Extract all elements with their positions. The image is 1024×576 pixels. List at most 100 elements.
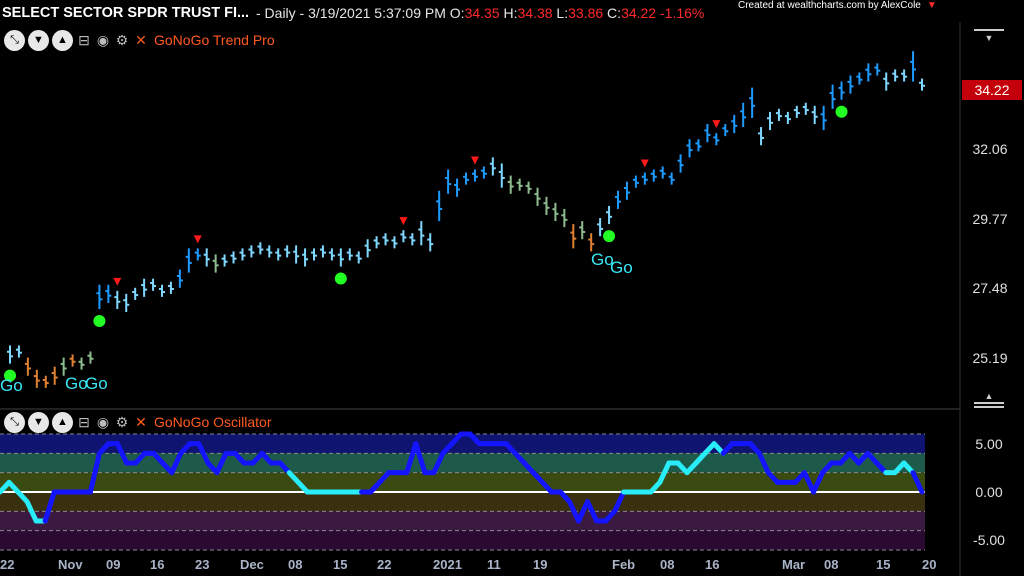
chart-canvas <box>0 22 961 576</box>
date-tick-label: 16 <box>150 557 165 572</box>
date-tick-label: Feb <box>612 557 636 572</box>
minimize-icon[interactable]: ⊟ <box>76 414 92 430</box>
date-tick-label: 20 <box>922 557 937 572</box>
move-down-icon[interactable]: ▼ <box>28 29 49 51</box>
date-tick-label: Nov <box>58 557 83 572</box>
price-bar <box>51 366 58 385</box>
move-up-icon[interactable]: ▲ <box>52 411 73 433</box>
no-go-marker <box>399 217 408 226</box>
price-bar <box>463 172 469 185</box>
price-bar <box>892 69 899 82</box>
move-up-icon[interactable]: ▲ <box>52 29 73 51</box>
move-down-icon[interactable]: ▼ <box>28 411 49 433</box>
price-bar <box>632 175 639 188</box>
price-bar <box>454 178 461 197</box>
price-bar <box>346 248 353 261</box>
price-bar <box>471 169 478 182</box>
eye-icon[interactable]: ◉ <box>95 32 111 48</box>
price-bar <box>114 290 121 310</box>
price-bar <box>311 248 317 261</box>
price-bar <box>427 233 434 252</box>
price-bar <box>132 287 139 300</box>
price-bar <box>248 245 255 258</box>
gear-icon[interactable]: ⚙ <box>114 414 130 430</box>
price-bar <box>203 248 210 267</box>
price-bar <box>606 205 613 225</box>
price-bar <box>516 178 523 191</box>
price-bar <box>686 139 693 158</box>
date-tick-label: 22 <box>0 557 15 572</box>
osc-tick-label: 5.00 <box>975 435 1003 452</box>
price-bar <box>33 369 40 388</box>
price-bar <box>87 351 94 364</box>
price-bar <box>60 357 67 376</box>
go-label: Go <box>0 376 23 395</box>
gear-icon[interactable]: ⚙ <box>114 32 130 48</box>
price-bar <box>677 154 684 173</box>
hamburger-icon[interactable]: ▼ <box>974 26 1004 43</box>
price-bar <box>293 245 300 264</box>
price-bar <box>874 63 881 76</box>
price-bar <box>24 357 31 376</box>
close-icon[interactable]: ✕ <box>133 414 149 430</box>
no-go-marker <box>193 235 202 244</box>
price-bar <box>883 72 890 91</box>
minimize-icon[interactable]: ⊟ <box>76 32 92 48</box>
price-bar <box>552 202 559 222</box>
price-bar <box>239 248 246 261</box>
price-bar <box>176 269 183 288</box>
price-bar <box>820 105 827 131</box>
price-bar <box>436 190 443 222</box>
expand-icon[interactable]: ⤡ <box>4 411 25 433</box>
price-bar <box>802 102 809 115</box>
expand-icon[interactable]: ⤡ <box>4 29 25 51</box>
price-bar <box>641 172 648 185</box>
price-bar <box>105 284 112 303</box>
date-tick-label: 08 <box>288 557 303 572</box>
date-tick-label: 2021 <box>433 557 462 572</box>
close-icon[interactable]: ✕ <box>133 32 149 48</box>
price-bar <box>212 254 219 273</box>
price-bar <box>588 233 595 252</box>
osc-panel-title: GoNoGo Oscillator <box>154 414 272 430</box>
price-bar <box>69 354 76 367</box>
price-bar <box>659 166 666 179</box>
price-bar <box>159 284 165 297</box>
price-bar <box>96 284 103 310</box>
price-tick-label: 29.77 <box>972 210 1008 227</box>
price-tick-label: 32.06 <box>972 141 1008 158</box>
price-bar <box>328 248 335 261</box>
price-bar <box>418 221 425 246</box>
eye-icon[interactable]: ◉ <box>95 414 111 430</box>
resize-handle-icon[interactable]: ▲ <box>974 392 1004 410</box>
price-bar <box>597 218 604 237</box>
date-tick-label: 09 <box>106 557 121 572</box>
osc-band <box>0 530 925 550</box>
price-bar <box>78 357 85 370</box>
price-bar <box>266 245 273 258</box>
price-bar <box>150 278 157 291</box>
price-bar <box>758 127 765 146</box>
price-bar <box>15 345 22 358</box>
price-bar <box>400 230 407 243</box>
price-bar <box>704 124 711 143</box>
price-bar <box>445 169 452 194</box>
price-bar <box>865 63 872 82</box>
price-bar <box>364 239 371 258</box>
price-bar <box>123 293 130 313</box>
price-bar <box>302 248 309 267</box>
price-bar <box>570 224 577 249</box>
price-bar <box>194 248 201 261</box>
osc-tick-label: 0.00 <box>975 484 1003 500</box>
price-bar <box>489 157 496 176</box>
price-bar <box>355 251 362 264</box>
osc-band <box>0 492 925 512</box>
price-bar <box>775 108 782 121</box>
go-dot <box>93 315 106 328</box>
price-bar <box>480 166 487 179</box>
price-bar <box>409 233 416 246</box>
price-bar <box>284 245 291 258</box>
price-bar <box>382 233 389 246</box>
price-bar <box>713 133 720 146</box>
date-tick-label: Dec <box>240 557 264 572</box>
